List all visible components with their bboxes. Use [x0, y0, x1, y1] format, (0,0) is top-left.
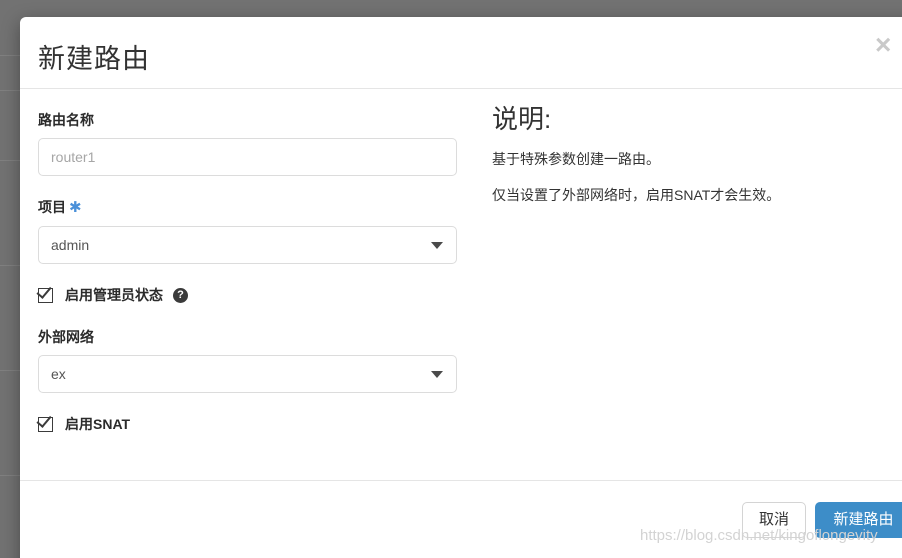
dialog-header: 新建路由 ×: [20, 17, 902, 89]
description-column: 说明: 基于特殊参数创建一路由。 仅当设置了外部网络时，启用SNAT才会生效。: [492, 103, 902, 221]
router-name-label: 路由名称: [38, 112, 94, 128]
project-select-value[interactable]: admin: [38, 226, 457, 264]
create-router-dialog: 新建路由 × 路由名称 项目✱ admin: [20, 17, 902, 558]
router-name-input[interactable]: [38, 138, 457, 176]
project-select[interactable]: admin: [38, 226, 457, 264]
snat-checkbox[interactable]: [36, 411, 53, 432]
snat-label: 启用SNAT: [65, 416, 131, 432]
admin-state-row[interactable]: 启用管理员状态 ?: [36, 282, 478, 306]
description-line-2: 仅当设置了外部网络时，启用SNAT才会生效。: [492, 187, 781, 203]
project-group: 项目 ✱ admin: [38, 198, 478, 264]
external-network-label: 外部网络: [38, 329, 94, 345]
required-asterisk-icon: ✱: [69, 199, 82, 216]
external-network-select[interactable]: ex: [38, 355, 457, 393]
description-heading: 说明:: [492, 104, 552, 134]
snat-row[interactable]: 启用SNAT: [36, 411, 478, 435]
external-network-select-value[interactable]: ex: [38, 355, 457, 393]
project-label-text: 项目: [38, 199, 66, 215]
router-name-group: 路由名称: [38, 111, 478, 176]
close-icon[interactable]: ×: [875, 31, 891, 59]
question-mark-icon[interactable]: ?: [173, 287, 188, 303]
admin-state-checkbox[interactable]: [36, 282, 53, 303]
cancel-button[interactable]: 取消: [742, 502, 806, 538]
form-column: 路由名称 项目✱ admin: [36, 111, 478, 435]
dialog-body: 路由名称 项目✱ admin: [20, 89, 902, 480]
dialog-footer: 取消 新建路由: [20, 480, 902, 558]
project-label: 项目 ✱: [38, 198, 478, 217]
admin-state-label: 启用管理员状态: [65, 287, 163, 303]
external-network-group: 外部网络 ex: [38, 328, 478, 393]
description-line-1: 基于特殊参数创建一路由。: [492, 151, 660, 167]
create-router-button[interactable]: 新建路由: [815, 502, 902, 538]
screen-root: 新建路由 × 路由名称 项目✱ admin: [0, 0, 902, 558]
dialog-title: 新建路由: [38, 44, 150, 74]
